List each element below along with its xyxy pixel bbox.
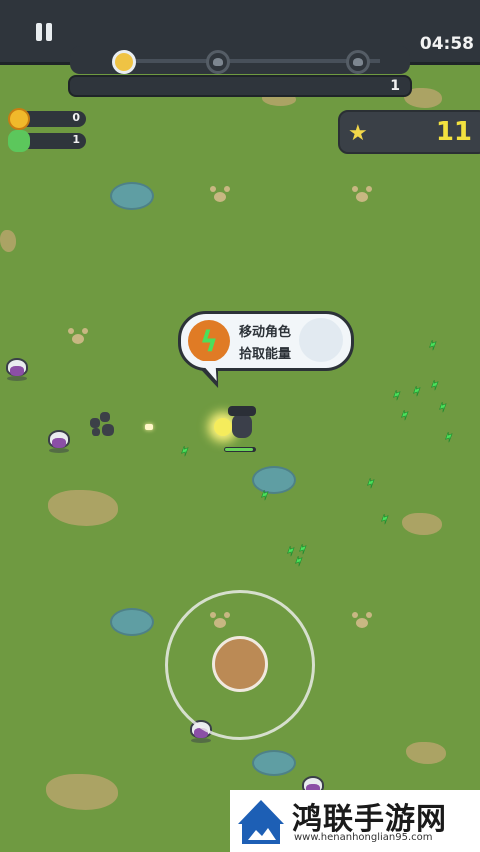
wave-start-node [112, 50, 136, 74]
pause-button[interactable] [32, 20, 56, 44]
player-character[interactable] [214, 404, 258, 452]
coin-count: 0 [72, 111, 80, 124]
coin-icon [8, 108, 30, 130]
energy-gem [413, 385, 421, 397]
energy-gem [295, 555, 303, 567]
paw-print [66, 328, 90, 344]
watermark-url: www.henanhonglian95.com [294, 832, 433, 843]
player-hat [228, 406, 256, 416]
kill-counter: 1 [8, 130, 86, 152]
water-puddle [110, 182, 154, 210]
paw-print [208, 186, 232, 202]
experience-bar: 1 [68, 75, 412, 97]
paw-print [350, 612, 374, 628]
tooltip-line-1: 移动角色 [239, 325, 292, 340]
water-puddle [252, 750, 296, 776]
enemy-rock-cluster [88, 410, 118, 438]
wave-progress-track [122, 59, 380, 63]
projectile [145, 424, 153, 430]
pause-icon [36, 23, 42, 41]
watermark-banner: 鸿联手游网 www.henanhonglian95.com [230, 790, 480, 852]
energy-gem [181, 445, 189, 457]
water-puddle [252, 466, 296, 494]
energy-gem [401, 409, 409, 421]
dry-grass-patch [406, 742, 446, 764]
kill-count: 1 [72, 133, 80, 146]
energy-gem [287, 545, 295, 557]
watermark-logo [234, 794, 288, 848]
skull-icon [8, 130, 30, 152]
lightning-icon: ϟ [188, 320, 230, 362]
water-puddle [110, 608, 154, 636]
attack-glow [214, 418, 232, 436]
dry-grass-patch [46, 774, 118, 810]
enemy-mushroom [4, 356, 30, 382]
boss-skull-icon [206, 50, 230, 74]
match-timer: 04:58 [419, 34, 474, 54]
wave-progress [70, 46, 410, 74]
pause-icon [46, 23, 52, 41]
energy-gem [431, 379, 439, 391]
player-health-bar [224, 447, 256, 452]
dry-grass-patch [48, 490, 118, 526]
energy-gem [429, 339, 437, 351]
energy-gem [367, 477, 375, 489]
dry-grass-patch [402, 513, 442, 535]
energy-gem [439, 401, 447, 413]
energy-gem [299, 543, 307, 555]
score-panel: ★ 11 [338, 110, 480, 154]
tooltip-decoration [299, 318, 343, 362]
energy-gem [445, 431, 453, 443]
star-icon: ★ [348, 121, 368, 146]
score-value: 11 [435, 117, 472, 147]
tooltip-line-2: 拾取能量 [239, 347, 292, 362]
enemy-mushroom [46, 428, 72, 454]
experience-level: 1 [390, 78, 400, 94]
energy-gem [381, 513, 389, 525]
energy-gem [393, 389, 401, 401]
boss-skull-icon [346, 50, 370, 74]
joystick-knob[interactable] [212, 636, 268, 692]
player-body [232, 414, 252, 438]
coin-counter: 0 [8, 108, 86, 130]
paw-print [350, 186, 374, 202]
dry-grass-patch [0, 230, 16, 252]
